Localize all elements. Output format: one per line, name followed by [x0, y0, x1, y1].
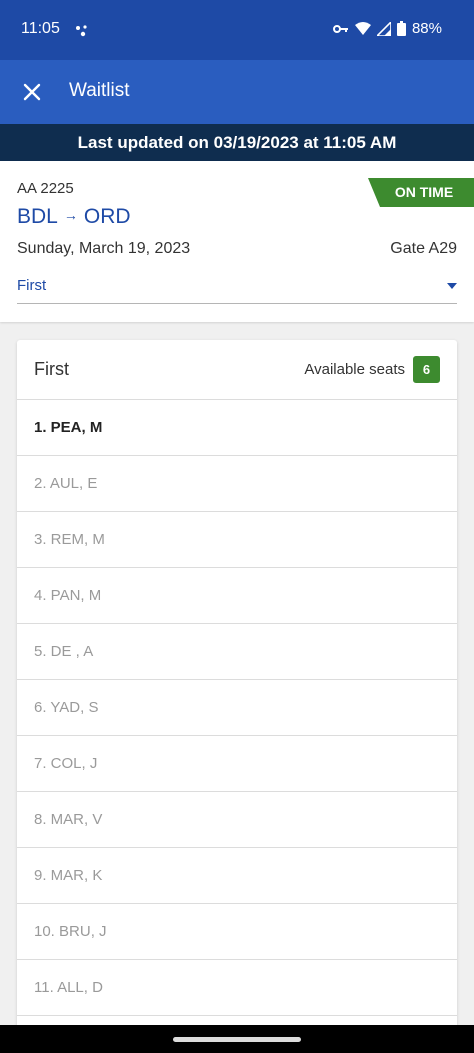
- route-arrow-icon: →: [63, 207, 78, 223]
- waitlist-row: 9. MAR, K: [17, 848, 457, 904]
- flight-number: AA 2225: [17, 180, 74, 197]
- waitlist-cabin-title: First: [34, 359, 69, 379]
- vpn-key-icon: [332, 24, 348, 33]
- status-time: 11:05: [21, 20, 60, 37]
- status-indicators: 88%: [332, 20, 442, 37]
- gate-label: Gate A29: [390, 240, 457, 257]
- flight-date: Sunday, March 19, 2023: [17, 240, 191, 257]
- battery-percent: 88%: [411, 20, 442, 37]
- wifi-icon: [354, 22, 371, 35]
- waitlist-row: 2. AUL, E: [17, 456, 457, 512]
- app-bar: Waitlist: [0, 60, 474, 124]
- waitlist-row: 3. REM, M: [17, 512, 457, 568]
- waitlist-row: 5. DE , A: [17, 624, 457, 680]
- flight-info-card: AA 2225 ON TIME BDL → ORD Sunday, March 19…: [0, 161, 474, 322]
- waitlist-row: 1. PEA, M: [17, 400, 457, 456]
- waitlist-card: First Available seats 6 1. PEA, M 2. AUL…: [17, 340, 457, 1053]
- available-seats-count: 6: [413, 356, 440, 383]
- destination-airport: ORD: [83, 205, 131, 228]
- status-bar: 11:05 88%: [0, 0, 474, 60]
- waitlist-row: 7. COL, J: [17, 736, 457, 792]
- system-nav-bar: [0, 1025, 474, 1053]
- waitlist-row: 10. BRU, J: [17, 904, 457, 960]
- available-seats-label: Available seats: [304, 361, 405, 378]
- flight-status-badge: ON TIME: [368, 178, 474, 207]
- waitlist-row: 4. PAN, M: [17, 568, 457, 624]
- last-updated-banner: Last updated on 03/19/2023 at 11:05 AM: [0, 124, 474, 161]
- waitlist-row: 11. ALL, D: [17, 960, 457, 1016]
- assistant-dots-icon: [76, 25, 87, 37]
- cabin-dropdown-value: First: [17, 277, 47, 294]
- close-icon[interactable]: [18, 78, 46, 106]
- signal-icon: [376, 21, 391, 36]
- battery-icon: [396, 21, 406, 36]
- waitlist-header: First Available seats 6: [17, 340, 457, 400]
- flight-route: BDL → ORD: [17, 205, 131, 229]
- cabin-dropdown[interactable]: First: [17, 273, 457, 304]
- waitlist-row: 8. MAR, V: [17, 792, 457, 848]
- waitlist-row: 6. YAD, S: [17, 680, 457, 736]
- dropdown-arrow-icon: [447, 283, 457, 289]
- home-gesture-handle[interactable]: [173, 1037, 301, 1042]
- page-title: Waitlist: [69, 80, 130, 101]
- origin-airport: BDL: [17, 205, 58, 228]
